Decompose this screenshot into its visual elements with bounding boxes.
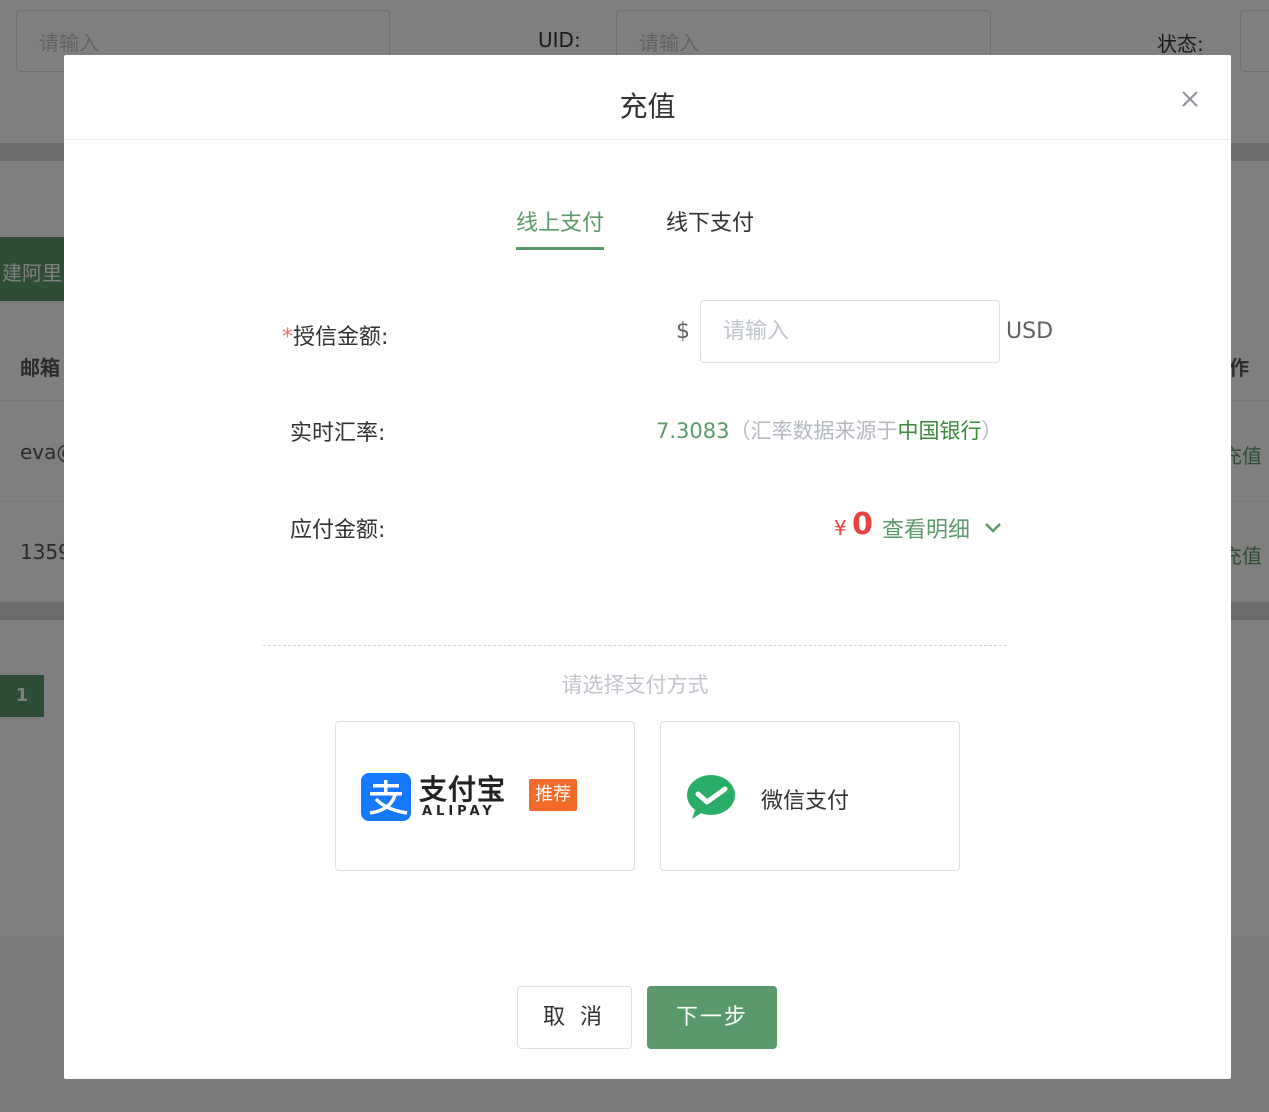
alipay-option[interactable]: 支付宝 ALIPAY 推荐 [335, 721, 635, 871]
cancel-button[interactable]: 取 消 [517, 986, 632, 1049]
alipay-icon [361, 773, 411, 821]
dialog-title: 充值 [619, 90, 676, 123]
next-step-button[interactable]: 下一步 [647, 986, 777, 1049]
currency-unit: USD [1006, 319, 1054, 344]
yen-symbol: ¥ [834, 516, 847, 540]
recharge-dialog: 充值 线上支付 线下支付 *授信金额: $ USD 实时汇率: 7.3083（汇… [64, 55, 1231, 1079]
view-details-link[interactable]: 查看明细 [882, 512, 970, 544]
payable-amount-label: 应付金额: [290, 518, 386, 543]
credit-amount-label-text: 授信金额: [293, 325, 389, 350]
exchange-rate-source: 中国银行 [897, 419, 982, 443]
active-tab-indicator [516, 247, 604, 250]
credit-amount-input[interactable] [700, 300, 1000, 363]
exchange-rate-note: （汇率数据来源于 [729, 419, 898, 443]
chevron-down-icon[interactable] [982, 517, 1004, 539]
dollar-symbol: $ [676, 319, 690, 344]
tab-label: 线下支付 [666, 211, 755, 236]
exchange-rate-info: 7.3083（汇率数据来源于中国银行） [656, 415, 1002, 445]
wechat-pay-label: 微信支付 [761, 789, 850, 814]
credit-amount-label: *授信金额: [282, 319, 388, 351]
exchange-rate-value: 7.3083 [656, 419, 730, 443]
exchange-rate-note-end: ） [981, 419, 1003, 443]
payable-amount-value: 0 [852, 507, 873, 542]
wechat-pay-option[interactable]: 微信支付 [660, 721, 960, 871]
choose-payment-text: 请选择支付方式 [561, 673, 709, 697]
tab-label: 线上支付 [516, 211, 605, 236]
recommended-badge: 推荐 [529, 779, 577, 811]
close-icon[interactable] [1176, 85, 1204, 113]
alipay-name-en: ALIPAY [422, 804, 496, 819]
exchange-rate-label: 实时汇率: [290, 421, 386, 446]
wechat-pay-icon [687, 775, 735, 819]
alipay-name-cn: 支付宝 [419, 773, 507, 806]
section-divider-dashed [263, 645, 1007, 646]
tab-online-payment[interactable]: 线上支付 [516, 205, 605, 250]
tab-offline-payment[interactable]: 线下支付 [666, 205, 754, 237]
required-mark: * [282, 325, 293, 350]
dialog-header: 充值 [64, 55, 1231, 140]
